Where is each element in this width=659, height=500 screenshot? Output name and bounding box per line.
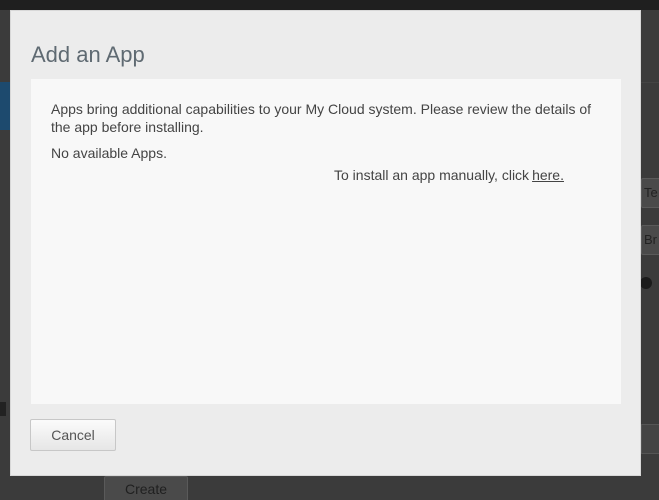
background-marker xyxy=(0,402,6,416)
manual-install-label: To install an app manually, click xyxy=(334,167,530,183)
manual-install-link[interactable]: here. xyxy=(532,167,564,183)
background-text-field: Te xyxy=(641,178,659,208)
background-top-bar xyxy=(0,0,659,10)
background-text-field: Br xyxy=(641,225,659,255)
no-apps-message: No available Apps. xyxy=(51,145,167,161)
background-toggle xyxy=(640,277,652,289)
apps-description: Apps bring additional capabilities to yo… xyxy=(51,101,592,135)
background-create-button: Create xyxy=(104,476,188,500)
cancel-button[interactable]: Cancel xyxy=(30,419,116,451)
background-nav-highlight xyxy=(0,82,10,130)
manual-install-text: To install an app manually, click here. xyxy=(334,167,564,183)
dialog-title: Add an App xyxy=(31,42,145,67)
add-app-dialog: Add an App Apps bring additional capabil… xyxy=(10,10,641,476)
background-divider xyxy=(641,82,659,83)
background-dropdown xyxy=(641,424,659,454)
dialog-body: Apps bring additional capabilities to yo… xyxy=(31,79,621,404)
